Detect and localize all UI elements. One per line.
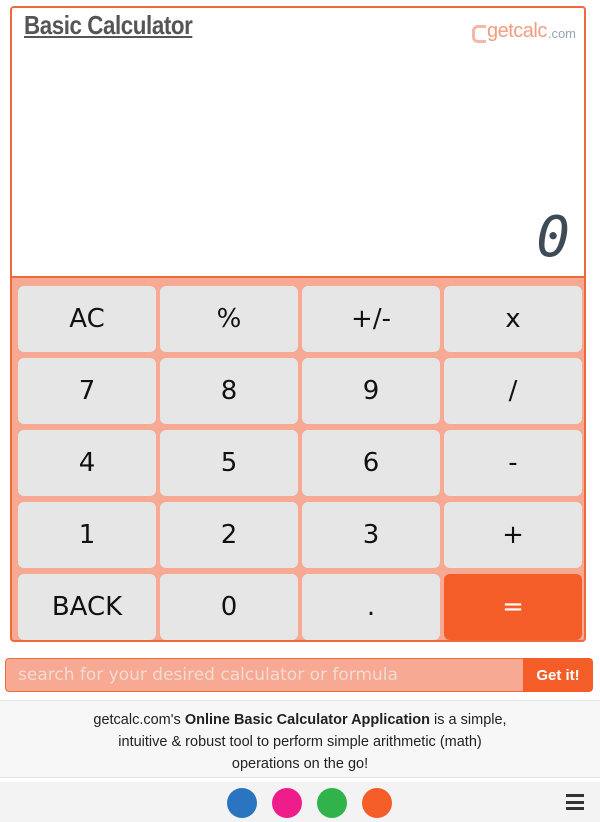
description-text: operations on the go! (231, 756, 369, 772)
key-9-button[interactable]: 9 (302, 358, 440, 424)
green-theme-dot[interactable] (317, 788, 347, 818)
blue-theme-dot[interactable] (227, 788, 257, 818)
key-4-button[interactable]: 4 (18, 430, 156, 496)
calculator-search: Get it! (5, 658, 593, 692)
pink-theme-dot[interactable] (272, 788, 302, 818)
key-ac-button[interactable]: AC (18, 286, 156, 352)
calculator: Basic Calculator getcalc .com 0 AC% +/- x 7… (10, 6, 586, 642)
key-decimal-button[interactable]: . (302, 574, 440, 640)
keypad: AC% +/- x 7 8 9/ 4 5 6- 1 2 3 + BACK 0. = (18, 286, 582, 640)
key-add-button[interactable]: + (444, 502, 582, 568)
calculator-title[interactable]: Basic Calculator (24, 10, 193, 41)
menu-line (566, 794, 584, 797)
key-2-button[interactable]: 2 (160, 502, 298, 568)
key-back-button[interactable]: BACK (18, 574, 156, 640)
logo-word: getcalc (486, 20, 547, 42)
app-description: getcalc.com's Online Basic Calculator Ap… (0, 700, 600, 778)
key-0-button[interactable]: 0 (160, 574, 298, 640)
menu-line (566, 800, 584, 804)
logo-mark-icon (471, 25, 486, 43)
key-equals-button[interactable]: = (444, 574, 582, 640)
key-percent-button[interactable]: % (160, 286, 298, 352)
key-plus-minus-button[interactable]: +/- (302, 286, 440, 352)
key-8-button[interactable]: 8 (160, 358, 298, 424)
display-readout: 0 (536, 205, 570, 270)
description-app-name: Online Basic Calculator Application (184, 712, 431, 728)
footer-bar (0, 782, 600, 822)
description-text: intuitive & robust tool to perform simpl… (118, 734, 482, 750)
theme-color-picker (227, 788, 392, 818)
description-text: getcalc.com's (93, 712, 185, 728)
key-divide-button[interactable]: / (444, 358, 582, 424)
logo-domain: .com (547, 26, 576, 41)
search-input[interactable] (5, 658, 523, 692)
key-1-button[interactable]: 1 (18, 502, 156, 568)
key-3-button[interactable]: 3 (302, 502, 440, 568)
key-subtract-button[interactable]: - (444, 430, 582, 496)
getcalc-logo[interactable]: getcalc .com (471, 20, 576, 43)
calculator-display: Basic Calculator getcalc .com 0 (12, 8, 584, 278)
key-5-button[interactable]: 5 (160, 430, 298, 496)
get-it-button[interactable]: Get it! (523, 658, 593, 692)
orange-theme-dot[interactable] (362, 788, 392, 818)
hamburger-menu-icon[interactable] (566, 794, 584, 810)
key-multiply-button[interactable]: x (444, 286, 582, 352)
key-6-button[interactable]: 6 (302, 430, 440, 496)
description-text: is a simple, (430, 712, 507, 728)
menu-line (566, 807, 584, 810)
key-7-button[interactable]: 7 (18, 358, 156, 424)
